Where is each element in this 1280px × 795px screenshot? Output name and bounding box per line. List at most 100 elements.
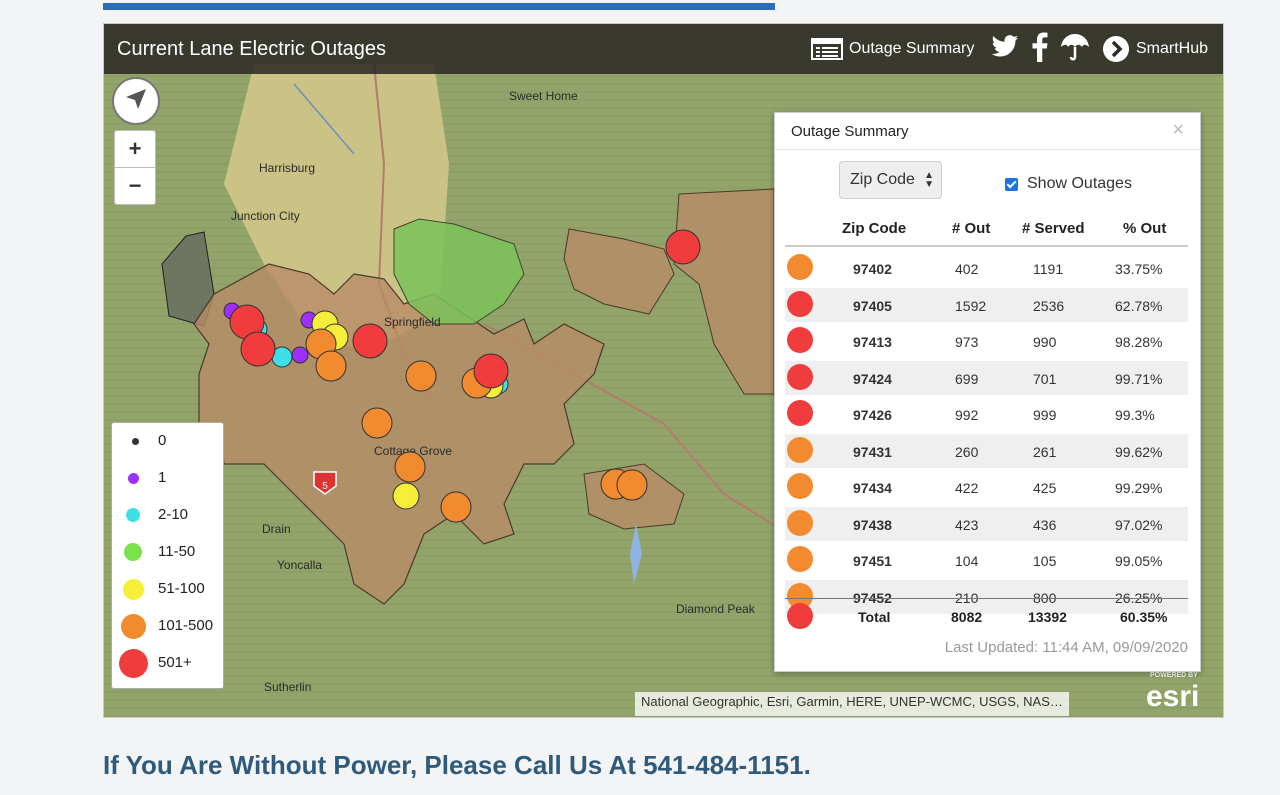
- outage-marker[interactable]: [440, 491, 472, 523]
- facebook-button[interactable]: [1032, 24, 1048, 74]
- show-outages-checkbox[interactable]: [1005, 177, 1018, 191]
- outage-marker[interactable]: [394, 451, 426, 483]
- row-served: 701: [1033, 370, 1057, 387]
- show-outages-label: Show Outages: [1027, 175, 1132, 192]
- legend-item: 1: [112, 460, 223, 497]
- legend-item: 501+: [112, 645, 223, 682]
- zoom-in-button[interactable]: +: [114, 130, 156, 168]
- locate-button[interactable]: [112, 77, 160, 125]
- panel-title: Outage Summary: [791, 123, 909, 140]
- map-header-bar: Current Lane Electric Outages Outage Sum…: [104, 24, 1223, 74]
- map-legend: 0 1 2-10 11-50 51-100 101-500 501+: [111, 422, 224, 689]
- legend-swatch: [119, 649, 148, 678]
- row-pct: 99.71%: [1115, 370, 1163, 387]
- summary-table-row[interactable]: 97431 260 261 99.62%: [785, 433, 1188, 468]
- row-pct: 99.3%: [1115, 407, 1155, 423]
- twitter-button[interactable]: [990, 24, 1020, 74]
- summary-table-row[interactable]: 97434 422 425 99.29%: [785, 470, 1188, 504]
- place-label-drain: Drain: [262, 522, 291, 536]
- legend-label: 101-500: [158, 617, 214, 634]
- outage-marker[interactable]: [473, 353, 509, 389]
- place-label-sweet-home: Sweet Home: [509, 89, 578, 103]
- row-status-dot: [787, 327, 813, 353]
- outage-marker[interactable]: [240, 331, 276, 367]
- map-attribution[interactable]: National Geographic, Esri, Garmin, HERE,…: [635, 692, 1069, 716]
- legend-item: 11-50: [112, 534, 223, 571]
- summary-table-row[interactable]: 97424 699 701 99.71%: [785, 360, 1188, 395]
- row-served: 999: [1033, 407, 1057, 423]
- outage-map[interactable]: 5 Sweet Home Harrisburg Junction City Sp…: [103, 23, 1224, 718]
- outage-marker[interactable]: [291, 346, 309, 364]
- total-pct: 60.35%: [1120, 609, 1168, 625]
- top-accent-bar: [103, 3, 775, 10]
- summary-table-row[interactable]: 97402 402 1191 33.75%: [785, 251, 1188, 285]
- esri-powered-label: POWERED BY: [1150, 672, 1198, 679]
- row-status-dot: [787, 509, 813, 536]
- smarthub-button[interactable]: SmartHub: [1102, 24, 1208, 74]
- row-zip: 97405: [853, 297, 892, 314]
- summary-table-row[interactable]: 97451 104 105 99.05%: [785, 543, 1188, 577]
- summary-total-row: Total 8082 13392 60.35%: [785, 598, 1188, 635]
- row-served: 425: [1033, 480, 1057, 496]
- row-zip: 97413: [853, 334, 892, 350]
- place-label-springfield: Springfield: [384, 315, 441, 329]
- row-zip: 97424: [853, 370, 892, 387]
- weather-button[interactable]: [1060, 24, 1090, 74]
- call-to-action-heading: If You Are Without Power, Please Call Us…: [103, 750, 811, 780]
- outage-marker[interactable]: [616, 469, 648, 501]
- twitter-icon: [990, 34, 1020, 64]
- row-zip: 97426: [853, 407, 892, 423]
- row-status-dot: [787, 290, 813, 317]
- row-served: 990: [1033, 334, 1057, 350]
- row-out: 973: [955, 334, 979, 350]
- row-out: 104: [955, 553, 979, 569]
- row-status-dot: [787, 546, 813, 572]
- smarthub-label: SmartHub: [1136, 40, 1209, 57]
- summary-table-row[interactable]: 97438 423 436 97.02%: [785, 506, 1188, 541]
- row-served: 2536: [1033, 297, 1065, 314]
- row-out: 1592: [955, 297, 987, 314]
- summary-table-row[interactable]: 97426 992 999 99.3%: [785, 397, 1188, 431]
- total-status-dot: [787, 603, 813, 629]
- summary-table-header: Zip Code # Out # Served % Out: [785, 217, 1188, 247]
- row-status-dot: [787, 473, 813, 499]
- outage-summary-label: Outage Summary: [849, 40, 975, 57]
- close-icon[interactable]: ×: [1172, 119, 1184, 142]
- row-zip: 97451: [853, 553, 892, 569]
- group-by-select[interactable]: Zip Code ▲ ▼: [839, 161, 942, 199]
- row-served: 105: [1033, 553, 1057, 569]
- select-arrows-icon: ▲ ▼: [924, 170, 934, 190]
- outage-marker[interactable]: [665, 229, 701, 265]
- legend-label: 501+: [158, 654, 192, 671]
- row-pct: 99.62%: [1115, 443, 1163, 460]
- legend-item: 51-100: [112, 571, 223, 608]
- show-outages-toggle[interactable]: Show Outages: [1005, 175, 1132, 193]
- summary-table-row[interactable]: 97413 973 990 98.28%: [785, 324, 1188, 358]
- summary-table-row[interactable]: 97405 1592 2536 62.78%: [785, 287, 1188, 322]
- esri-logo-text: esri: [1146, 680, 1200, 713]
- row-zip: 97402: [853, 261, 892, 277]
- outage-marker[interactable]: [361, 407, 393, 439]
- column-header-pct: % Out: [1123, 220, 1167, 237]
- row-served: 261: [1033, 443, 1057, 460]
- legend-swatch: [121, 614, 146, 639]
- outage-marker[interactable]: [405, 360, 437, 392]
- row-pct: 62.78%: [1115, 297, 1163, 314]
- outage-marker[interactable]: [392, 482, 420, 510]
- zoom-out-button[interactable]: −: [114, 167, 156, 205]
- legend-swatch: [126, 508, 140, 522]
- legend-label: 0: [158, 432, 167, 449]
- outage-marker[interactable]: [352, 323, 388, 359]
- legend-swatch: [124, 543, 142, 561]
- outage-summary-button[interactable]: Outage Summary: [811, 24, 974, 74]
- place-label-diamond-peak: Diamond Peak: [676, 602, 756, 616]
- row-status-dot: [787, 436, 813, 463]
- legend-item: 2-10: [112, 497, 223, 534]
- legend-label: 51-100: [158, 580, 205, 597]
- outage-marker[interactable]: [315, 350, 347, 382]
- list-icon: [811, 38, 843, 60]
- row-pct: 33.75%: [1115, 261, 1163, 277]
- row-zip: 97434: [853, 480, 892, 496]
- row-status-dot: [787, 363, 813, 390]
- row-out: 260: [955, 443, 979, 460]
